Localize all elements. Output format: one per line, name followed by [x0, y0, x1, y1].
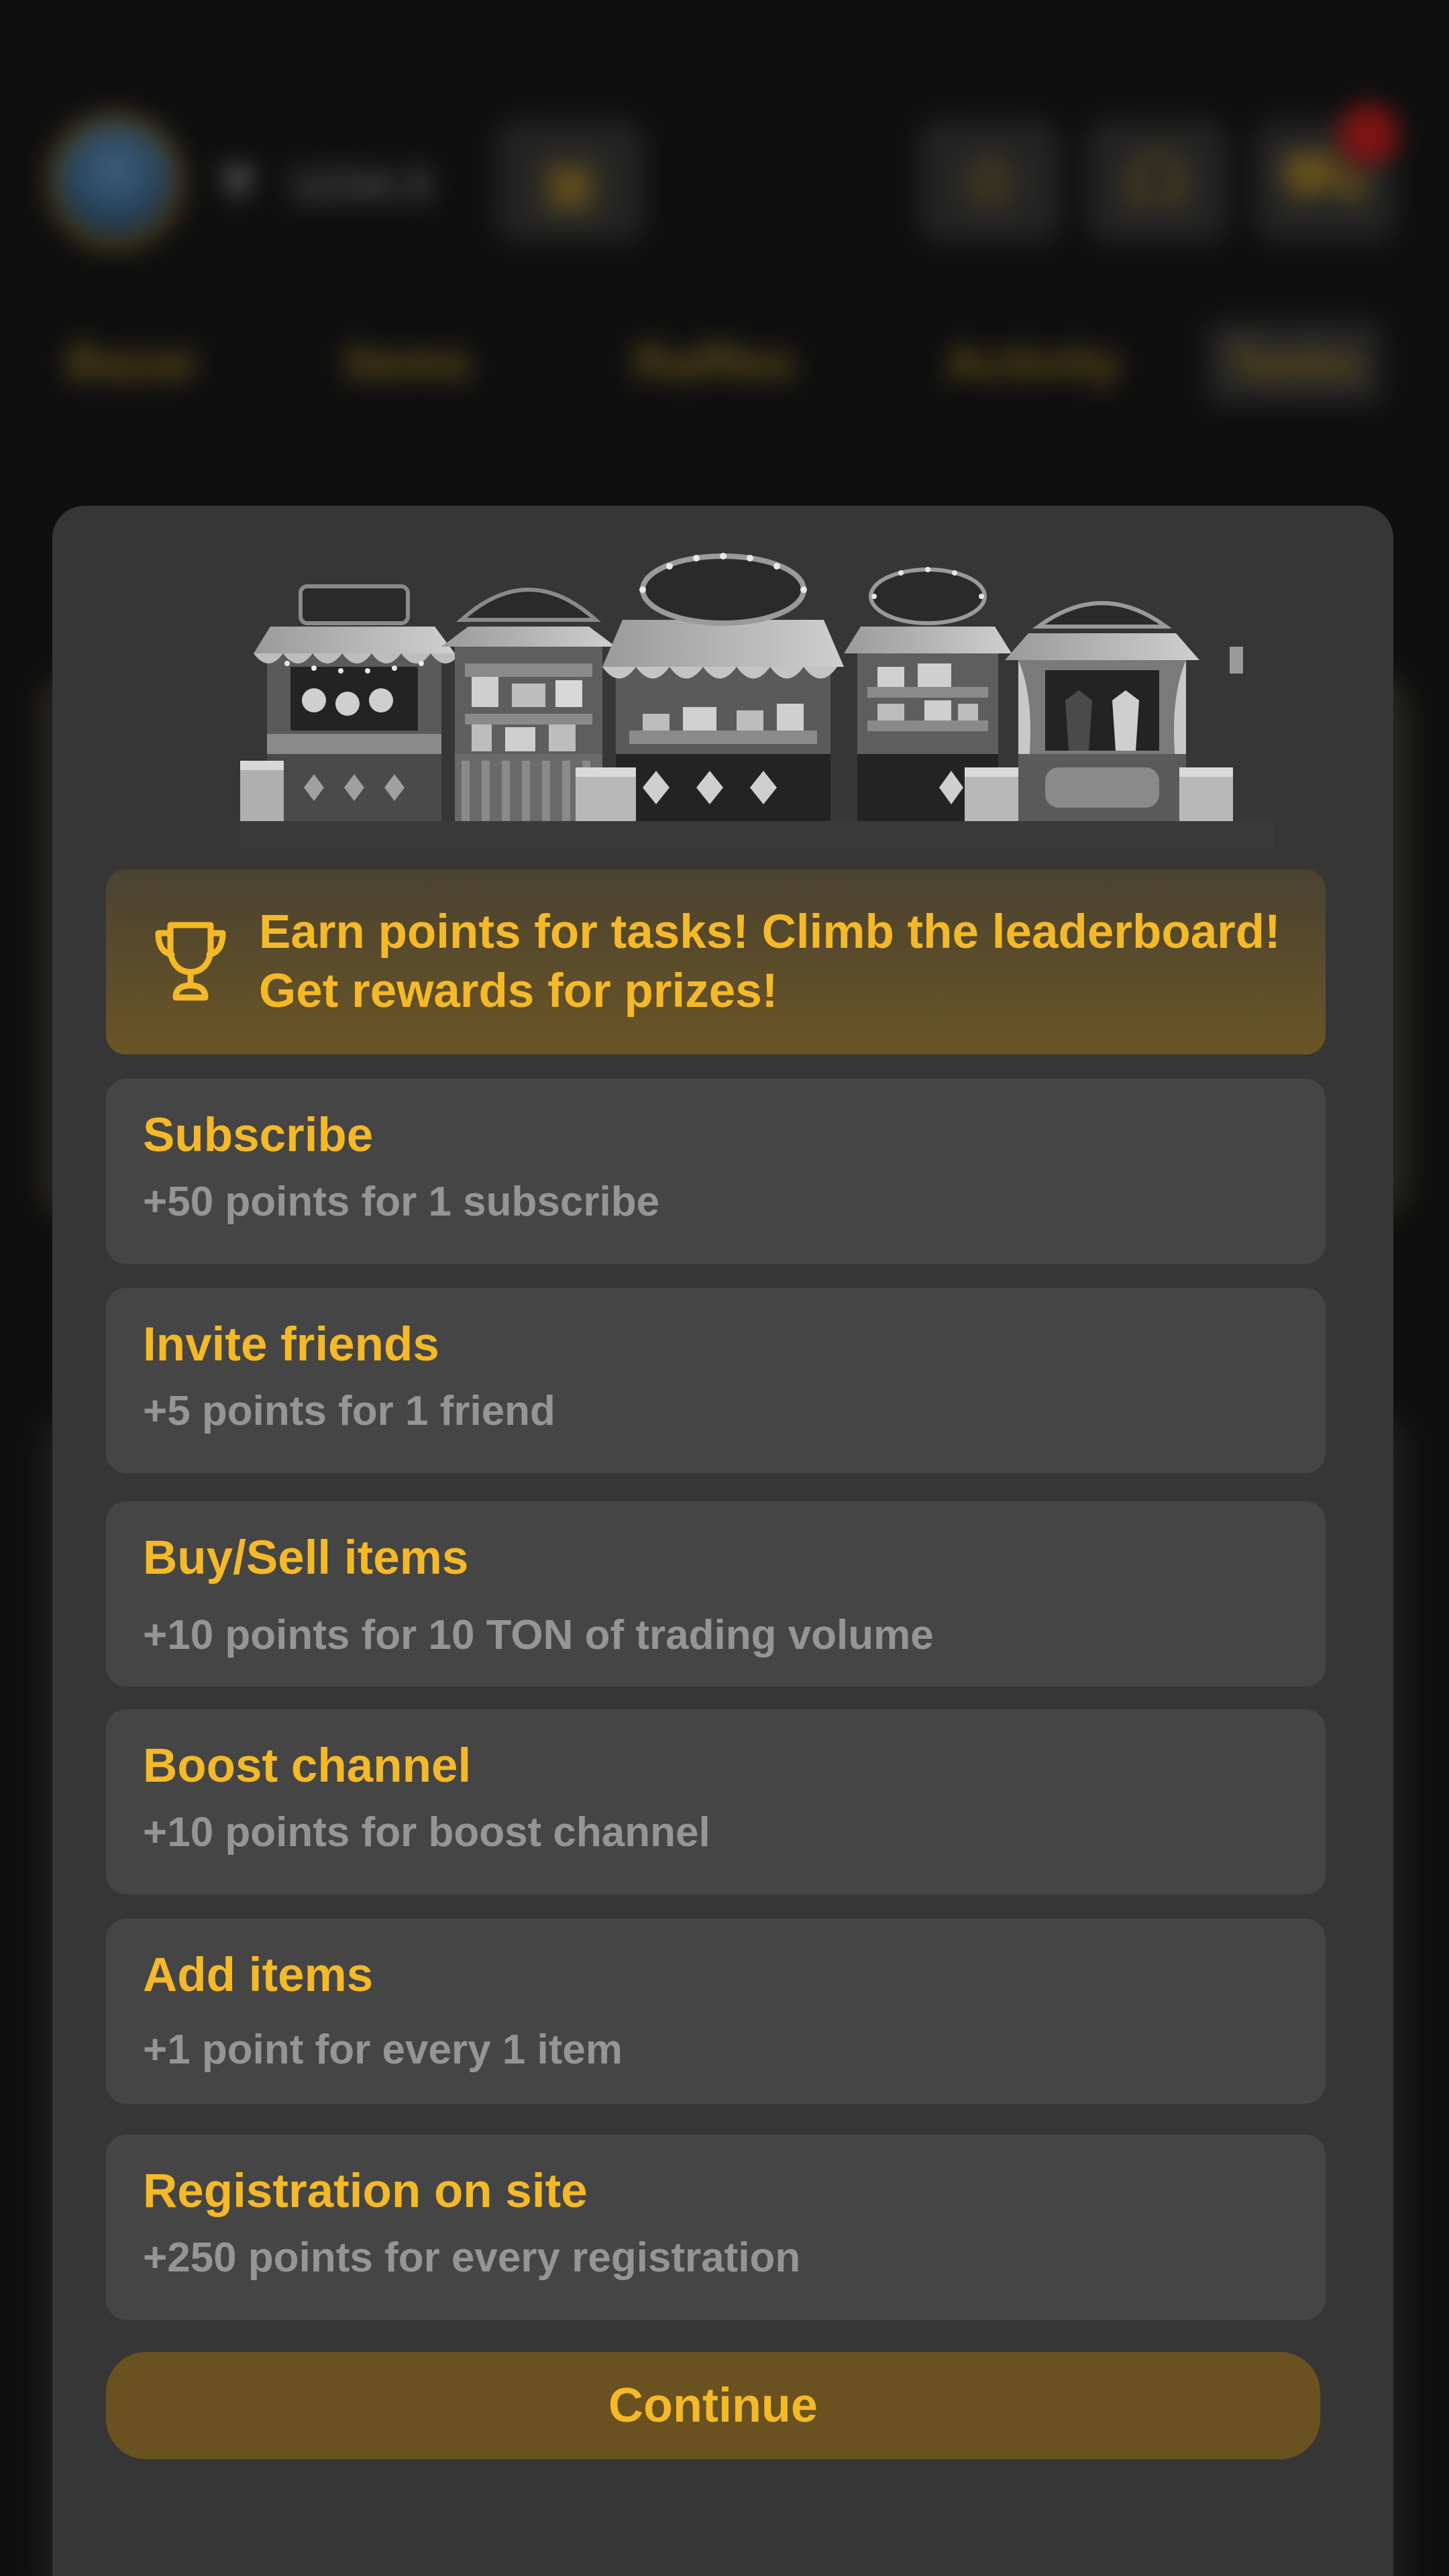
task-title: Subscribe	[143, 1109, 374, 1162]
leaderboard-banner: Earn points for tasks! Climb the leaderb…	[106, 869, 1326, 1055]
task-boost-channel[interactable]: Boost channel +10 points for boost chann…	[106, 1709, 1326, 1894]
task-subscribe[interactable]: Subscribe +50 points for 1 subscribe	[106, 1079, 1326, 1264]
task-invite-friends[interactable]: Invite friends +5 points for 1 friend	[106, 1288, 1326, 1473]
task-reward: +50 points for 1 subscribe	[143, 1179, 660, 1225]
banner-message: Earn points for tasks! Climb the leaderb…	[259, 903, 1281, 1021]
task-title: Registration on site	[143, 2165, 588, 2218]
task-reward: +10 points for boost channel	[143, 1809, 710, 1856]
task-add-items[interactable]: Add items +1 point for every 1 item	[106, 1919, 1326, 2104]
banner-line-1: Earn points for tasks! Climb the leaderb…	[259, 906, 1281, 959]
task-title: Boost channel	[143, 1739, 472, 1792]
continue-button[interactable]: Continue	[106, 2352, 1320, 2459]
tasks-modal: Earn points for tasks! Climb the leaderb…	[52, 506, 1393, 2576]
task-reward: +5 points for 1 friend	[143, 1388, 555, 1434]
task-reward: +10 points for 10 TON of trading volume	[143, 1612, 934, 1658]
trophy-icon	[155, 922, 226, 1001]
task-title: Add items	[143, 1949, 374, 2002]
task-registration-on-site[interactable]: Registration on site +250 points for eve…	[106, 2135, 1326, 2320]
market-stalls-illustration	[240, 553, 1273, 848]
task-reward: +250 points for every registration	[143, 2235, 801, 2281]
task-buy-sell-items[interactable]: Buy/Sell items +10 points for 10 TON of …	[106, 1501, 1326, 1686]
task-title: Invite friends	[143, 1318, 439, 1371]
banner-line-2: Get rewards for prizes!	[259, 965, 778, 1018]
task-reward: +1 point for every 1 item	[143, 2027, 623, 2073]
task-title: Buy/Sell items	[143, 1532, 469, 1585]
